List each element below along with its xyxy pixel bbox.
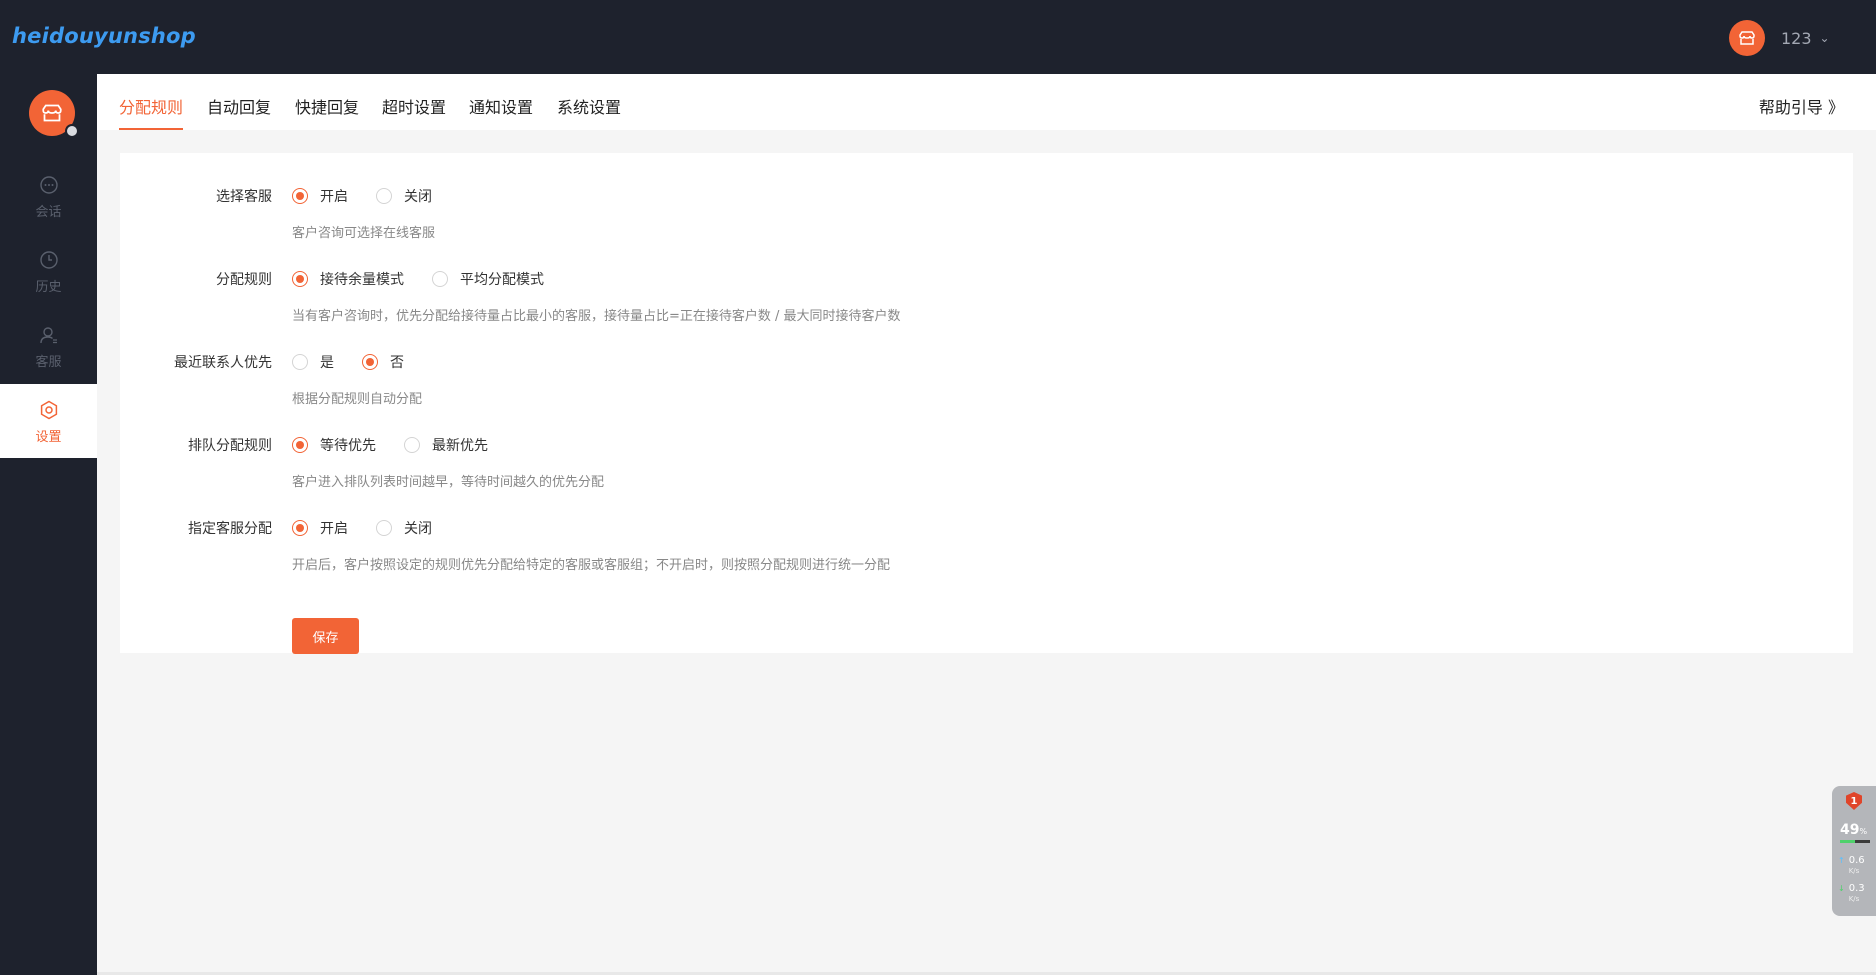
tab-auto-reply[interactable]: 自动回复	[207, 94, 271, 130]
radio-button[interactable]	[292, 188, 308, 204]
field-label: 指定客服分配	[188, 521, 272, 537]
chat-icon	[37, 173, 61, 197]
radio-group: 是 否	[292, 352, 432, 372]
tab-notification[interactable]: 通知设置	[469, 94, 533, 130]
radio-option-remaining-capacity[interactable]: 接待余量模式	[292, 269, 404, 289]
radio-option-on[interactable]: 开启	[292, 518, 348, 538]
chevron-down-icon[interactable]: ⌄	[1820, 31, 1830, 45]
arrow-up-icon: ↑	[1838, 856, 1845, 865]
radio-group: 等待优先 最新优先	[292, 435, 516, 455]
radio-option-yes[interactable]: 是	[292, 352, 334, 372]
radio-option-on[interactable]: 开启	[292, 186, 348, 206]
clock-icon	[37, 248, 61, 272]
radio-option-even-distribution[interactable]: 平均分配模式	[432, 269, 544, 289]
sidebar-item-label: 历史	[35, 279, 62, 295]
option-label: 平均分配模式	[460, 272, 544, 288]
top-bar: heidouyunshop 123 ⌄	[0, 0, 1876, 74]
download-value: 0.3	[1848, 883, 1865, 894]
speed-unit: K/s	[1848, 895, 1860, 903]
download-speed: ↓ 0.3 K/s	[1838, 884, 1865, 904]
user-avatar[interactable]	[1729, 20, 1765, 56]
status-dot	[65, 124, 79, 138]
upload-speed: ↑ 0.6 K/s	[1838, 856, 1865, 876]
option-label: 开启	[320, 521, 348, 537]
radio-option-off[interactable]: 关闭	[376, 186, 432, 206]
option-label: 关闭	[404, 189, 432, 205]
radio-button[interactable]	[292, 271, 308, 287]
upload-value: 0.6	[1848, 855, 1865, 866]
option-label: 是	[320, 355, 334, 371]
radio-button[interactable]	[376, 520, 392, 536]
option-label: 等待优先	[320, 438, 376, 454]
sidebar-item-agents[interactable]: 客服	[0, 309, 97, 383]
field-hint: 当有客户咨询时，优先分配给接待量占比最小的客服，接待量占比=正在接待客户数 / …	[292, 309, 901, 324]
percent-unit: %	[1859, 827, 1868, 836]
radio-button[interactable]	[376, 188, 392, 204]
alert-count: 1	[1850, 795, 1858, 807]
field-hint: 根据分配规则自动分配	[292, 392, 423, 407]
sidebar-item-chat[interactable]: 会话	[0, 159, 97, 233]
option-label: 最新优先	[432, 438, 488, 454]
radio-option-newest-first[interactable]: 最新优先	[404, 435, 488, 455]
radio-group: 开启 关闭	[292, 518, 460, 538]
radio-option-wait-first[interactable]: 等待优先	[292, 435, 376, 455]
tab-timeout[interactable]: 超时设置	[382, 94, 446, 130]
field-label: 分配规则	[216, 272, 272, 288]
radio-button[interactable]	[362, 354, 378, 370]
option-label: 开启	[320, 189, 348, 205]
sidebar: 会话 历史 客服 设置	[0, 74, 97, 975]
option-label: 接待余量模式	[320, 272, 404, 288]
radio-button[interactable]	[404, 437, 420, 453]
help-guide-link[interactable]: 帮助引导 》	[1759, 94, 1844, 118]
store-icon	[42, 104, 62, 122]
radio-option-no[interactable]: 否	[362, 352, 404, 372]
shop-avatar[interactable]	[29, 90, 79, 138]
main-content: 分配规则 自动回复 快捷回复 超时设置 通知设置 系统设置 帮助引导 》 选择客…	[97, 74, 1876, 975]
save-button[interactable]: 保存	[292, 618, 359, 654]
assign-rules-form: 选择客服 开启 关闭 客户咨询可选择在线客服 分配规则 接待余量模式 平均分配模…	[120, 153, 1853, 654]
settings-tabs: 分配规则 自动回复 快捷回复 超时设置 通知设置 系统设置 帮助引导 》	[97, 74, 1876, 130]
field-label: 最近联系人优先	[174, 355, 272, 371]
sidebar-item-history[interactable]: 历史	[0, 234, 97, 308]
store-icon	[1739, 31, 1755, 45]
option-label: 否	[390, 355, 404, 371]
user-menu[interactable]: 123 ⌄	[1729, 20, 1830, 56]
usage-bar-fill	[1840, 840, 1855, 843]
radio-option-off[interactable]: 关闭	[376, 518, 432, 538]
tab-quick-reply[interactable]: 快捷回复	[295, 94, 359, 130]
brand-logo[interactable]: heidouyunshop	[12, 24, 196, 48]
user-name[interactable]: 123	[1781, 29, 1812, 48]
field-hint: 客户进入排队列表时间越早，等待时间越久的优先分配	[292, 475, 605, 490]
user-icon	[37, 323, 61, 347]
field-hint: 客户咨询可选择在线客服	[292, 226, 436, 241]
sidebar-item-label: 设置	[35, 429, 62, 445]
shield-icon: 1	[1846, 792, 1862, 810]
usage-bar	[1840, 840, 1870, 843]
tab-system[interactable]: 系统设置	[557, 94, 621, 130]
cpu-percent: 49%	[1840, 822, 1867, 838]
arrow-down-icon: ↓	[1838, 884, 1845, 893]
percent-value: 49	[1840, 822, 1860, 838]
sidebar-item-label: 会话	[35, 204, 62, 220]
field-hint: 开启后，客户按照设定的规则优先分配给特定的客服或客服组；不开启时，则按照分配规则…	[292, 558, 891, 573]
system-monitor-widget[interactable]: 1 49% ↑ 0.6 K/s ↓ 0.3 K/s	[1832, 786, 1876, 916]
radio-group: 开启 关闭	[292, 186, 460, 206]
settings-icon	[37, 398, 61, 422]
option-label: 关闭	[404, 521, 432, 537]
sidebar-item-label: 客服	[35, 354, 62, 370]
radio-button[interactable]	[292, 354, 308, 370]
field-label: 选择客服	[216, 189, 272, 205]
radio-button[interactable]	[432, 271, 448, 287]
tab-assign-rules[interactable]: 分配规则	[119, 94, 184, 130]
radio-button[interactable]	[292, 437, 308, 453]
sidebar-item-settings[interactable]: 设置	[0, 384, 97, 458]
speed-unit: K/s	[1848, 867, 1860, 875]
field-label: 排队分配规则	[188, 438, 272, 454]
radio-group: 接待余量模式 平均分配模式	[292, 269, 572, 289]
radio-button[interactable]	[292, 520, 308, 536]
